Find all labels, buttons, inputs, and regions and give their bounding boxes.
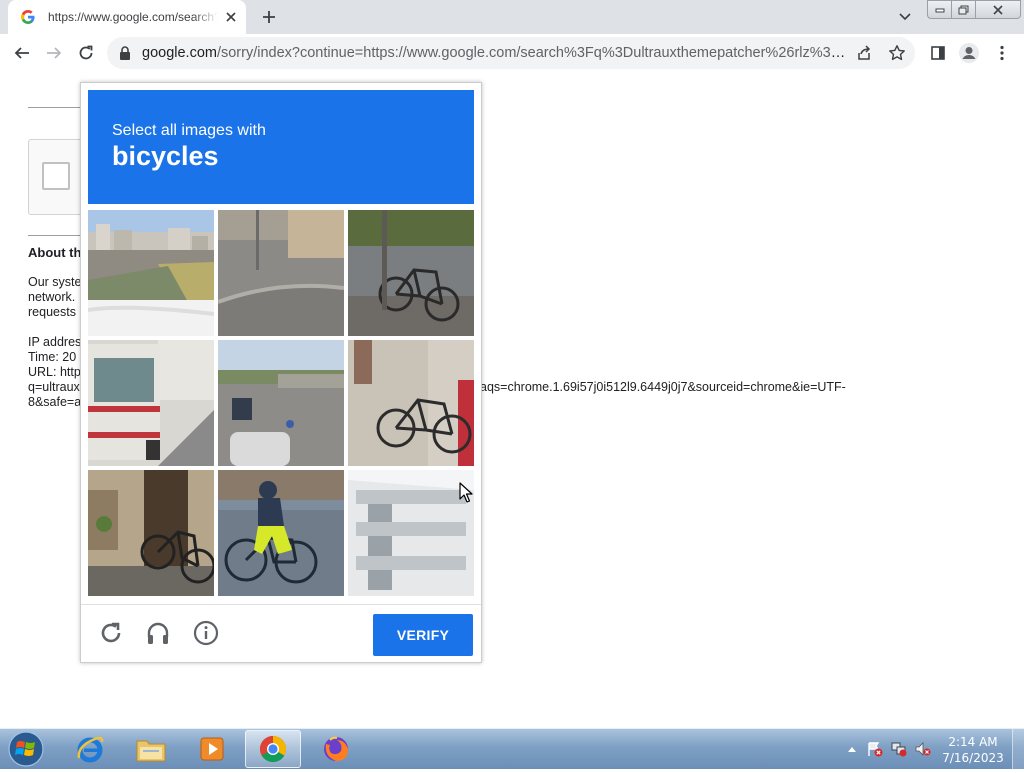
reload-button[interactable] [74, 41, 98, 65]
image-tile[interactable] [348, 210, 474, 336]
tray-action-center[interactable] [866, 740, 884, 758]
close-icon [993, 4, 1003, 15]
forward-button[interactable] [42, 41, 66, 65]
clock-time: 2:14 AM [948, 735, 998, 749]
url-domain: google.com [142, 45, 217, 61]
info-icon [193, 620, 219, 646]
challenge-instruction: Select all images with [112, 122, 266, 139]
tray-network[interactable] [890, 740, 908, 758]
challenge-footer: VERIFY [81, 604, 481, 663]
kebab-menu-icon [1000, 45, 1004, 61]
url-line: q=ultraux [28, 380, 80, 394]
refresh-icon [101, 622, 121, 643]
url-line-tail: aqs=chrome.1.69i57j0i512l9.6449j0j7&sour… [480, 380, 846, 394]
reload-challenge-button[interactable] [97, 619, 125, 647]
volume-muted-icon [915, 742, 931, 756]
address-bar[interactable]: google.com/sorry/index?continue=https://… [107, 37, 915, 69]
show-hidden-icons-button[interactable] [843, 740, 861, 758]
system-clock[interactable]: 2:14 AM 7/16/2023 [940, 734, 1006, 766]
url-line: 8&safe=a [28, 395, 82, 409]
image-tile[interactable] [88, 210, 214, 336]
image-grid [88, 210, 474, 596]
taskbar-chrome[interactable] [245, 730, 301, 768]
tab-strip: https://www.google.com/search?q=ultrauxt… [0, 0, 1024, 34]
profile-button[interactable] [957, 41, 981, 65]
help-button[interactable] [192, 619, 220, 647]
image-tile[interactable] [218, 210, 344, 336]
chrome-icon [259, 735, 287, 763]
image-tile[interactable] [348, 470, 474, 596]
windows-logo-icon [8, 731, 44, 767]
arrow-right-icon [47, 47, 62, 59]
new-tab-button[interactable] [257, 5, 281, 29]
chevron-up-icon [848, 747, 856, 752]
recaptcha-challenge: Select all images with bicycles VERIFY [80, 82, 482, 663]
browser-tab[interactable]: https://www.google.com/search?q=ultrauxt… [8, 0, 246, 34]
folder-icon [136, 740, 166, 762]
google-g-icon [20, 9, 36, 25]
text-line: Our syste [28, 275, 82, 289]
clock-date: 7/16/2023 [942, 751, 1004, 765]
arrow-left-icon [14, 47, 29, 59]
network-error-icon [891, 742, 907, 757]
image-tile[interactable] [88, 470, 214, 596]
lock-icon[interactable] [117, 45, 133, 61]
tab-title: https://www.google.com/search?q=ultrauxt… [48, 10, 218, 24]
firefox-icon [324, 736, 348, 761]
image-tile[interactable] [218, 470, 344, 596]
back-button[interactable] [10, 41, 34, 65]
reload-icon [79, 45, 93, 60]
menu-button[interactable] [990, 41, 1014, 65]
url-line: URL: http [28, 365, 81, 379]
verify-button[interactable]: VERIFY [373, 614, 473, 656]
ip-address-line: IP addres [28, 335, 82, 349]
internet-explorer-icon [77, 736, 104, 763]
taskbar-firefox[interactable] [308, 730, 364, 768]
image-tile[interactable] [88, 340, 214, 466]
show-desktop-button[interactable] [1012, 729, 1024, 769]
side-panel-button[interactable] [926, 41, 950, 65]
plus-icon [263, 11, 275, 23]
challenge-target: bicycles [112, 141, 219, 171]
audio-challenge-button[interactable] [144, 619, 172, 647]
side-panel-icon [931, 46, 945, 60]
taskbar-file-explorer[interactable] [123, 730, 179, 768]
divider [28, 107, 88, 108]
about-heading: About th [28, 245, 82, 260]
flag-error-icon [868, 742, 883, 757]
minimize-icon [935, 8, 945, 12]
text-line: network. [28, 290, 76, 304]
taskbar-internet-explorer[interactable] [62, 730, 118, 768]
challenge-header: Select all images with bicycles [88, 90, 474, 204]
text-line: requests [28, 305, 76, 319]
bookmark-star-icon[interactable] [888, 44, 906, 62]
taskbar: 2:14 AM 7/16/2023 [0, 728, 1024, 769]
divider [28, 235, 88, 236]
address-url[interactable]: google.com/sorry/index?continue=https://… [142, 45, 848, 62]
restore-icon [958, 5, 969, 14]
restore-button[interactable] [951, 0, 977, 19]
recaptcha-checkbox[interactable] [42, 162, 70, 190]
profile-avatar-icon [959, 43, 979, 63]
browser-toolbar: google.com/sorry/index?continue=https://… [0, 34, 1024, 73]
time-line: Time: 20 [28, 350, 77, 364]
share-icon[interactable] [855, 44, 873, 62]
mouse-cursor-icon [459, 482, 473, 503]
window-close-button[interactable] [975, 0, 1021, 19]
url-path: /sorry/index?continue=https://www.google… [216, 45, 848, 61]
tab-search-button[interactable] [894, 7, 916, 27]
details-paragraph: IP addres Time: 20 URL: http q=ultraux 8… [28, 335, 81, 410]
taskbar-media-player[interactable] [184, 730, 240, 768]
image-tile[interactable] [218, 340, 344, 466]
media-player-icon [200, 737, 224, 761]
chevron-down-icon [899, 13, 911, 21]
start-button[interactable] [6, 730, 46, 768]
headphones-icon [147, 622, 169, 644]
tab-close-icon[interactable] [222, 8, 240, 26]
image-tile[interactable] [348, 340, 474, 466]
tray-volume[interactable] [914, 740, 932, 758]
explanation-paragraph: Our syste network. requests [28, 275, 82, 320]
minimize-button[interactable] [927, 0, 953, 19]
